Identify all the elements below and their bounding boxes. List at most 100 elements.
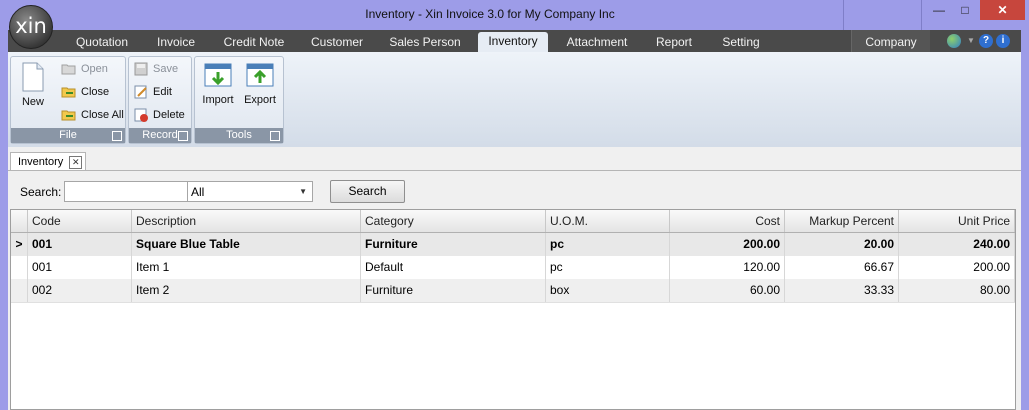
open-label: Open	[81, 63, 108, 75]
current-row-indicator-icon: >	[11, 233, 28, 256]
minimize-button[interactable]: —	[926, 0, 952, 20]
document-tab-label: Inventory	[18, 156, 64, 168]
tab-attachment[interactable]: Attachment	[558, 33, 636, 52]
row-indicator-header	[11, 210, 28, 232]
dialog-launcher-icon[interactable]	[270, 131, 280, 141]
column-header-cost[interactable]: Cost	[670, 210, 785, 232]
row-indicator	[11, 279, 28, 302]
close-label: Close	[81, 86, 110, 98]
table-row[interactable]: > 001 Square Blue Table Furniture pc 200…	[11, 233, 1015, 257]
column-header-uom[interactable]: U.O.M.	[546, 210, 670, 232]
cell-category[interactable]: Furniture	[361, 233, 546, 256]
cell-markup[interactable]: 20.00	[785, 233, 899, 256]
table-row[interactable]: 001 Item 1 Default pc 120.00 66.67 200.0…	[11, 256, 1015, 280]
maximize-button[interactable]: □	[952, 0, 978, 20]
open-button[interactable]: Open	[61, 60, 108, 78]
new-button[interactable]: New	[15, 61, 51, 121]
new-label: New	[21, 96, 44, 108]
chevron-down-icon[interactable]: ▼	[964, 34, 978, 48]
search-button[interactable]: Search	[330, 180, 405, 203]
tab-setting[interactable]: Setting	[712, 33, 770, 52]
close-tab-icon[interactable]: ✕	[69, 156, 83, 169]
tab-invoice[interactable]: Invoice	[146, 33, 206, 52]
search-label: Search:	[20, 185, 62, 199]
globe-icon[interactable]	[947, 34, 961, 48]
cell-category[interactable]: Default	[361, 256, 546, 279]
chevron-down-icon: ▼	[299, 187, 307, 196]
cell-cost[interactable]: 120.00	[670, 256, 785, 279]
column-header-code[interactable]: Code	[28, 210, 132, 232]
column-header-markup-percent[interactable]: Markup Percent	[785, 210, 899, 232]
document-tab-inventory[interactable]: Inventory ✕	[10, 152, 87, 171]
cell-markup[interactable]: 66.67	[785, 256, 899, 279]
file-group-label: File	[11, 128, 125, 143]
edit-button[interactable]: Edit	[133, 83, 172, 101]
tab-report[interactable]: Report	[646, 33, 702, 52]
grid-header: Code Description Category U.O.M. Cost Ma…	[11, 210, 1015, 233]
tab-customer[interactable]: Customer	[302, 33, 372, 52]
tab-inventory[interactable]: Inventory	[478, 32, 548, 52]
cell-description[interactable]: Square Blue Table	[132, 233, 361, 256]
tab-credit-note[interactable]: Credit Note	[216, 33, 292, 52]
inventory-grid: Code Description Category U.O.M. Cost Ma…	[10, 209, 1016, 410]
column-header-category[interactable]: Category	[361, 210, 546, 232]
category-filter-select[interactable]: All ▼	[187, 181, 313, 202]
cell-unit-price[interactable]: 200.00	[899, 256, 1015, 279]
cell-cost[interactable]: 60.00	[670, 279, 785, 302]
content-area: Inventory ✕ Search: All ▼ Search Code De…	[8, 147, 1021, 410]
record-group: Save Edit Delete Record	[128, 56, 192, 144]
cell-cost[interactable]: 200.00	[670, 233, 785, 256]
dialog-launcher-icon[interactable]	[178, 131, 188, 141]
cell-unit-price[interactable]: 240.00	[899, 233, 1015, 256]
tab-sales-person[interactable]: Sales Person	[382, 33, 468, 52]
edit-label: Edit	[153, 86, 172, 98]
export-button[interactable]: Export	[241, 61, 279, 121]
cell-code[interactable]: 001	[28, 233, 132, 256]
dialog-launcher-icon[interactable]	[112, 131, 122, 141]
column-header-unit-price[interactable]: Unit Price	[899, 210, 1015, 232]
tab-company[interactable]: Company	[851, 30, 930, 52]
save-button[interactable]: Save	[133, 60, 178, 78]
record-group-title: Record	[142, 129, 178, 141]
cell-code[interactable]: 002	[28, 279, 132, 302]
tools-group-label: Tools	[195, 128, 283, 143]
info-icon[interactable]: i	[996, 34, 1010, 48]
save-icon	[134, 62, 148, 76]
delete-label: Delete	[153, 109, 185, 121]
column-header-description[interactable]: Description	[132, 210, 361, 232]
search-input[interactable]	[64, 181, 188, 202]
table-row[interactable]: 002 Item 2 Furniture box 60.00 33.33 80.…	[11, 279, 1015, 303]
close-folder-icon	[61, 87, 76, 98]
cell-uom[interactable]: box	[546, 279, 670, 302]
close-document-button[interactable]: Close	[61, 83, 109, 101]
cell-category[interactable]: Furniture	[361, 279, 546, 302]
title-bar: Inventory - Xin Invoice 3.0 for My Compa…	[0, 0, 1029, 30]
cell-description[interactable]: Item 1	[132, 256, 361, 279]
delete-button[interactable]: Delete	[133, 106, 185, 124]
cell-uom[interactable]: pc	[546, 233, 670, 256]
cell-code[interactable]: 001	[28, 256, 132, 279]
main-tab-bar: Quotation Invoice Credit Note Customer S…	[8, 30, 1021, 52]
cell-unit-price[interactable]: 80.00	[899, 279, 1015, 302]
title-divider	[843, 0, 844, 30]
tab-quotation[interactable]: Quotation	[68, 33, 136, 52]
cell-uom[interactable]: pc	[546, 256, 670, 279]
tools-group-title: Tools	[226, 129, 252, 141]
file-group: New Open Close Close All File	[10, 56, 126, 144]
import-label: Import	[202, 94, 234, 106]
cell-markup[interactable]: 33.33	[785, 279, 899, 302]
close-all-label: Close All	[81, 109, 124, 121]
app-logo[interactable]: xin	[9, 5, 53, 49]
maximize-icon: □	[961, 3, 969, 17]
close-button[interactable]: ✕	[980, 0, 1025, 20]
export-icon	[246, 63, 274, 87]
edit-icon	[134, 85, 147, 99]
help-icon[interactable]: ?	[979, 34, 993, 48]
title-divider	[921, 0, 922, 30]
import-button[interactable]: Import	[199, 61, 237, 121]
close-all-folder-icon	[61, 110, 76, 121]
record-group-label: Record	[129, 128, 191, 143]
close-all-button[interactable]: Close All	[61, 106, 124, 124]
cell-description[interactable]: Item 2	[132, 279, 361, 302]
tab-divider	[8, 170, 1021, 171]
